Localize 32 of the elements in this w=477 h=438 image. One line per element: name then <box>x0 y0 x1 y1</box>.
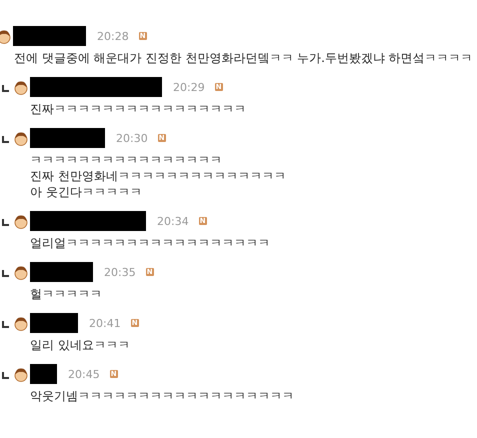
comment-text: 진짜ㅋㅋㅋㅋㅋㅋㅋㅋㅋㅋㅋㅋㅋㅋㅋㅋ <box>30 101 247 117</box>
comment-time: 20:34 <box>157 214 189 228</box>
comment-time: 20:41 <box>89 316 121 330</box>
avatar-icon <box>14 214 28 228</box>
comment-text: 전에 댓글중에 해운대가 진정한 천만영화라던뎈ㅋㅋ 누가.두번봤겠냐 하면섴ㅋㅋㅋㅋ <box>14 50 474 66</box>
reply-corner-icon <box>2 136 9 142</box>
comment-text: 일리 있네요ㅋㅋㅋ <box>30 337 131 353</box>
reply-corner-icon <box>2 218 9 226</box>
avatar-icon <box>14 264 28 280</box>
comment-text: 아 웃긴다ㅋㅋㅋㅋㅋ <box>30 184 143 200</box>
avatar-icon <box>14 130 28 146</box>
redacted-name <box>30 313 78 333</box>
comment-time: 20:30 <box>116 132 148 144</box>
reply-corner-icon <box>2 84 9 92</box>
reply-corner-icon <box>2 270 9 276</box>
avatar-icon <box>0 28 11 44</box>
redacted-name <box>30 262 93 282</box>
reply-corner-icon <box>2 320 9 328</box>
reply-corner-icon <box>2 372 9 378</box>
comment-text: 악웃기넴ㅋㅋㅋㅋㅋㅋㅋㅋㅋㅋㅋㅋㅋㅋㅋㅋㅋㅋ <box>30 388 295 404</box>
redacted-name <box>30 364 57 384</box>
avatar-icon <box>14 80 28 94</box>
comment-text: 헐ㅋㅋㅋㅋㅋ <box>30 286 103 302</box>
comment-text: ㅋㅋㅋㅋㅋㅋㅋㅋㅋㅋㅋㅋㅋㅋㅋㅋ <box>30 152 223 168</box>
comment-time: 20:29 <box>173 80 205 94</box>
comment-time: 20:28 <box>97 30 129 42</box>
avatar-icon <box>14 316 28 330</box>
avatar-icon <box>14 366 28 382</box>
comment-text: 진짜 천만영화네ㅋㅋㅋㅋㅋㅋㅋㅋㅋㅋㅋㅋㅋㅋ <box>30 168 287 184</box>
comment-time: 20:35 <box>104 266 136 278</box>
comment-time: 20:45 <box>68 368 100 380</box>
comment-text: 얼리얼ㅋㅋㅋㅋㅋㅋㅋㅋㅋㅋㅋㅋㅋㅋㅋㅋㅋ <box>30 235 271 251</box>
